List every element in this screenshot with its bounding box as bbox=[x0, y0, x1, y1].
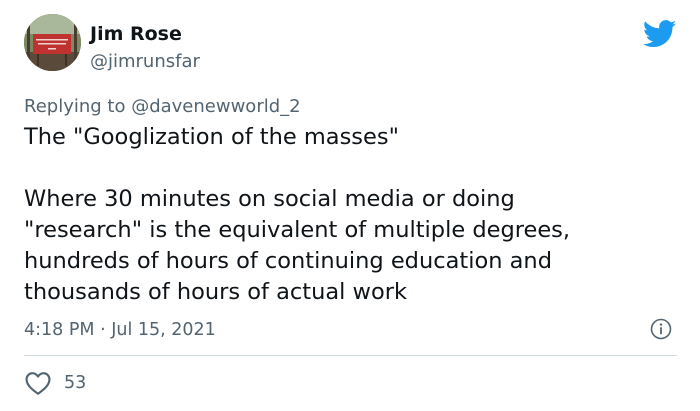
reply-mention-link[interactable]: @davenewworld_2 bbox=[131, 96, 300, 117]
tweet-card: Jim Rose @jimrunsfar Replying to @davene… bbox=[0, 0, 700, 411]
author-handle[interactable]: @jimrunsfar bbox=[90, 50, 200, 74]
replying-to-prefix: Replying to bbox=[24, 96, 132, 117]
divider bbox=[24, 355, 677, 356]
author-name[interactable]: Jim Rose bbox=[90, 22, 182, 46]
replying-to: Replying to @davenewworld_2 bbox=[24, 95, 301, 119]
like-count: 53 bbox=[64, 373, 87, 393]
twitter-bird-icon[interactable] bbox=[643, 20, 677, 48]
tweet-paragraph-2: Where 30 minutes on social media or doin… bbox=[24, 186, 571, 305]
avatar[interactable] bbox=[24, 14, 81, 71]
tweet-timestamp[interactable]: 4:18 PM · Jul 15, 2021 bbox=[24, 318, 216, 342]
tweet-text: The "Googlization of the masses" Where 3… bbox=[24, 122, 684, 308]
info-icon[interactable] bbox=[650, 318, 672, 340]
tweet-paragraph-1: The "Googlization of the masses" bbox=[24, 124, 399, 150]
heart-icon[interactable] bbox=[24, 370, 52, 396]
avatar-image bbox=[24, 14, 81, 71]
